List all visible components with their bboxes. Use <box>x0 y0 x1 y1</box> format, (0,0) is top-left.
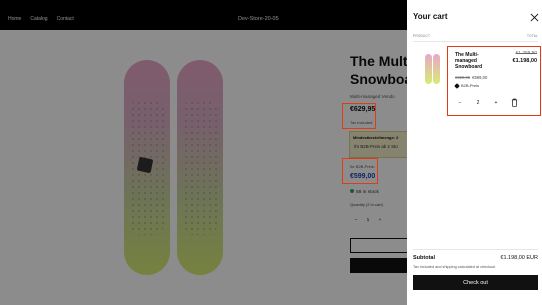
column-header-product: PRODUCT <box>413 34 431 38</box>
divider <box>413 41 538 42</box>
divider <box>413 249 538 250</box>
highlight-box-price <box>342 103 376 129</box>
cart-title: Your cart <box>413 12 448 21</box>
subtotal-label: Subtotal <box>413 255 435 261</box>
cart-item-image[interactable] <box>423 52 441 86</box>
highlight-box-b2b-price <box>342 158 378 184</box>
column-header-total: TOTAL <box>527 34 538 38</box>
checkout-button[interactable]: Check out <box>413 275 538 290</box>
close-icon[interactable] <box>530 13 539 22</box>
overlay-backdrop[interactable] <box>0 0 407 305</box>
subtotal-value: €1.198,00 EUR <box>500 255 538 261</box>
highlight-box-cart-item <box>447 46 541 116</box>
cart-tax-note: Tax included and shipping calculated at … <box>413 265 496 269</box>
